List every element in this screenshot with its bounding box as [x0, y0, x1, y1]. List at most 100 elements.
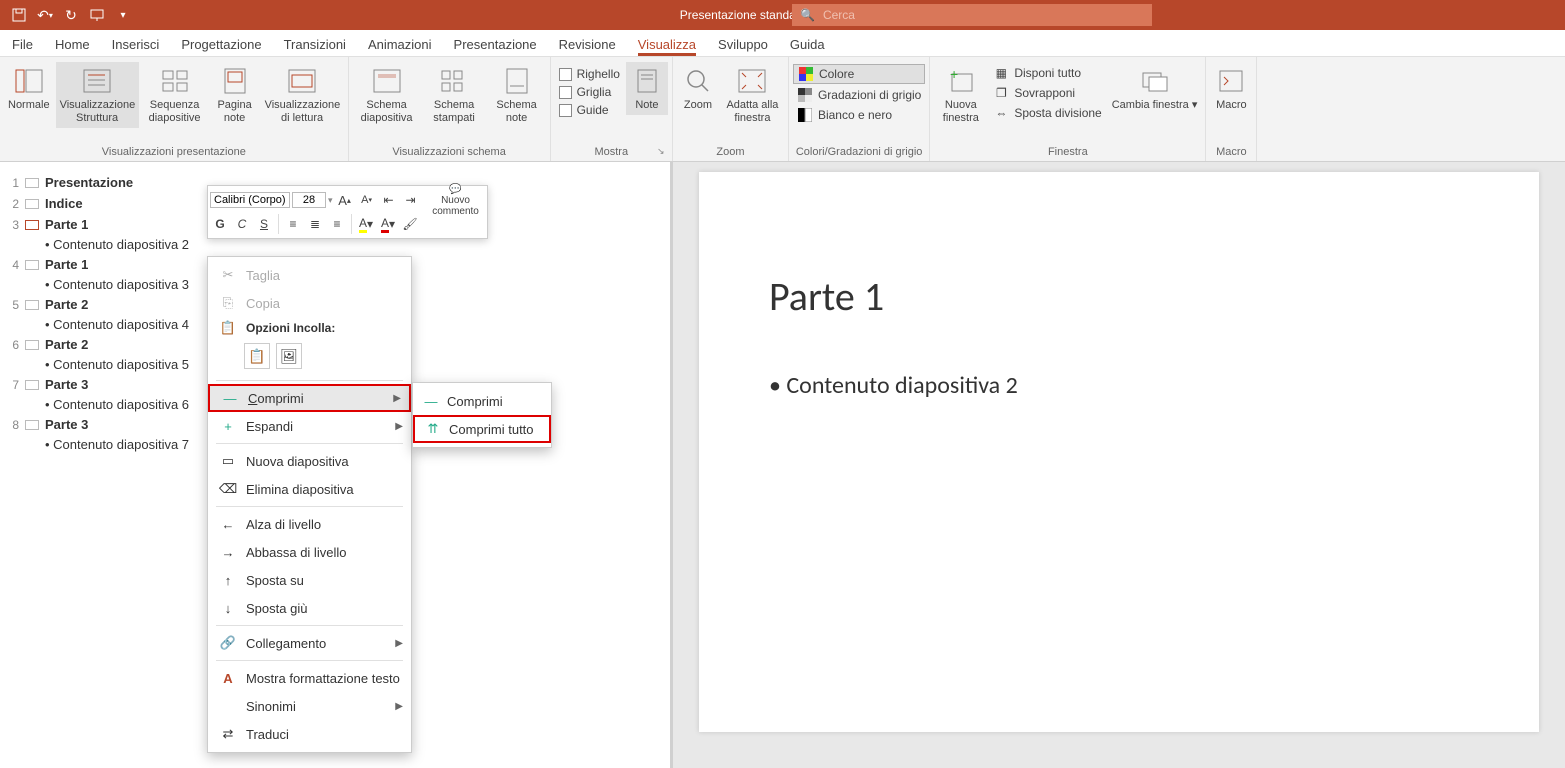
show-dialog-launcher[interactable]: ↘ — [657, 146, 669, 158]
ctx-link[interactable]: 🔗Collegamento▶ — [208, 629, 411, 657]
start-slideshow-icon[interactable] — [88, 6, 106, 24]
macros-icon — [1215, 65, 1247, 97]
bw-button[interactable]: Bianco e nero — [793, 106, 925, 124]
outline-title: Parte 2 — [45, 337, 88, 352]
outline-view-button[interactable]: Visualizzazione Struttura — [56, 62, 139, 128]
slide-canvas[interactable]: Parte 1 • Contenuto diapositiva 2 — [699, 172, 1539, 732]
ctx-collapse[interactable]: —Comprimi▶ — [208, 384, 411, 412]
reading-view-button[interactable]: Visualizzazione di lettura — [261, 62, 344, 128]
copy-icon: ⎘ — [220, 295, 236, 311]
paste-icon: 📋 — [220, 320, 236, 336]
collapse-submenu: —Comprimi ⇈Comprimi tutto — [412, 382, 552, 448]
slide-sorter-button[interactable]: Sequenza diapositive — [141, 62, 209, 128]
tab-progettazione[interactable]: Progettazione — [181, 37, 261, 56]
tab-presentazione[interactable]: Presentazione — [454, 37, 537, 56]
bold-button[interactable]: G — [210, 213, 230, 235]
promote-icon: ← — [220, 516, 236, 532]
slide-thumb-icon — [25, 420, 39, 430]
chevron-right-icon: ▶ — [393, 393, 401, 404]
undo-icon[interactable]: ↶▾ — [36, 6, 54, 24]
ctx-expand[interactable]: +Espandi▶ — [208, 412, 411, 440]
tab-animazioni[interactable]: Animazioni — [368, 37, 432, 56]
font-color-button[interactable]: A▾ — [378, 213, 398, 235]
search-icon: 🔍 — [800, 8, 815, 22]
notes-page-button[interactable]: Pagina note — [211, 62, 259, 128]
ctx-translate[interactable]: ⇄Traduci — [208, 720, 411, 748]
notes-master-button[interactable]: Schema note — [488, 62, 546, 128]
switch-window-button[interactable]: Cambia finestra ▾ — [1108, 62, 1202, 115]
sub-collapse-all[interactable]: ⇈Comprimi tutto — [413, 415, 551, 443]
redo-icon[interactable]: ↻ — [62, 6, 80, 24]
color-button[interactable]: Colore — [793, 64, 925, 84]
format-painter-icon[interactable]: 🖌 — [400, 213, 420, 235]
align-center-icon[interactable]: ≣ — [305, 213, 325, 235]
tab-home[interactable]: Home — [55, 37, 90, 56]
slide-body[interactable]: • Contenuto diapositiva 2 — [769, 371, 1469, 400]
ctx-promote[interactable]: ←Alza di livello — [208, 510, 411, 538]
tab-inserisci[interactable]: Inserisci — [112, 37, 160, 56]
align-left-icon[interactable]: ≡ — [283, 213, 303, 235]
grayscale-button[interactable]: Gradazioni di grigio — [793, 86, 925, 104]
decrease-font-icon[interactable]: A▾ — [357, 189, 377, 211]
align-right-icon[interactable]: ≡ — [327, 213, 347, 235]
search-placeholder: Cerca — [823, 8, 855, 22]
tab-guida[interactable]: Guida — [790, 37, 825, 56]
delete-slide-icon: ⌫ — [220, 481, 236, 497]
outline-title: Parte 1 — [45, 257, 88, 272]
macros-button[interactable]: Macro — [1210, 62, 1252, 115]
increase-indent-icon[interactable]: ⇥ — [401, 189, 421, 211]
outline-title: Parte 3 — [45, 377, 88, 392]
normal-view-button[interactable]: Normale — [4, 62, 54, 115]
slide-title[interactable]: Parte 1 — [769, 272, 1469, 321]
move-split-button[interactable]: ⇔Sposta divisione — [989, 104, 1105, 122]
cascade-button[interactable]: ❐Sovrapponi — [989, 84, 1105, 102]
arrange-all-button[interactable]: ▦Disponi tutto — [989, 64, 1105, 82]
ctx-delete-slide[interactable]: ⌫Elimina diapositiva — [208, 475, 411, 503]
ctx-move-up[interactable]: ↑Sposta su — [208, 566, 411, 594]
tab-visualizza[interactable]: Visualizza — [638, 37, 696, 56]
group-label-macros: Macro — [1210, 144, 1252, 161]
paste-picture[interactable]: 🖼 — [276, 343, 302, 369]
font-family-select[interactable]: Calibri (Corpo) — [210, 192, 290, 208]
search-box[interactable]: 🔍 Cerca — [792, 4, 1152, 26]
zoom-button[interactable]: Zoom — [677, 62, 719, 115]
color-icon — [798, 66, 814, 82]
tab-file[interactable]: File — [12, 37, 33, 56]
notes-button[interactable]: Note — [626, 62, 668, 115]
grayscale-icon — [797, 87, 813, 103]
ctx-move-down[interactable]: ↓Sposta giù — [208, 594, 411, 622]
ctx-demote[interactable]: →Abbassa di livello — [208, 538, 411, 566]
customize-qat-icon[interactable]: ▾ — [114, 6, 132, 24]
split-icon: ⇔ — [993, 105, 1009, 121]
gridlines-checkbox[interactable]: Griglia — [555, 84, 624, 100]
italic-button[interactable]: C — [232, 213, 252, 235]
tab-transizioni[interactable]: Transizioni — [284, 37, 346, 56]
handout-master-button[interactable]: Schema stampati — [423, 62, 486, 128]
guides-checkbox[interactable]: Guide — [555, 102, 624, 118]
ctx-new-slide[interactable]: ▭Nuova diapositiva — [208, 447, 411, 475]
sub-collapse[interactable]: —Comprimi — [413, 387, 551, 415]
paste-keep-formatting[interactable]: 📋 — [244, 343, 270, 369]
ctx-show-formatting[interactable]: AMostra formattazione testo — [208, 664, 411, 692]
outline-title: Indice — [45, 196, 83, 211]
new-slide-icon: ▭ — [220, 453, 236, 469]
highlight-color-button[interactable]: A▾ — [356, 213, 376, 235]
cut-icon: ✂ — [220, 267, 236, 283]
ctx-synonyms[interactable]: Sinonimi▶ — [208, 692, 411, 720]
bw-icon — [797, 107, 813, 123]
save-icon[interactable] — [10, 6, 28, 24]
new-window-icon: + — [945, 65, 977, 97]
new-window-button[interactable]: + Nuova finestra — [934, 62, 987, 128]
notes-master-icon — [501, 65, 533, 97]
increase-font-icon[interactable]: A▴ — [335, 189, 355, 211]
ruler-checkbox[interactable]: Righello — [555, 66, 624, 82]
fit-window-button[interactable]: Adatta alla finestra — [721, 62, 784, 128]
tab-sviluppo[interactable]: Sviluppo — [718, 37, 768, 56]
slide-thumb-icon — [25, 178, 39, 188]
slide-master-button[interactable]: Schema diapositiva — [353, 62, 421, 128]
tab-revisione[interactable]: Revisione — [559, 37, 616, 56]
underline-button[interactable]: S — [254, 213, 274, 235]
decrease-indent-icon[interactable]: ⇤ — [379, 189, 399, 211]
fit-window-icon — [736, 65, 768, 97]
font-size-select[interactable]: 28 — [292, 192, 326, 208]
